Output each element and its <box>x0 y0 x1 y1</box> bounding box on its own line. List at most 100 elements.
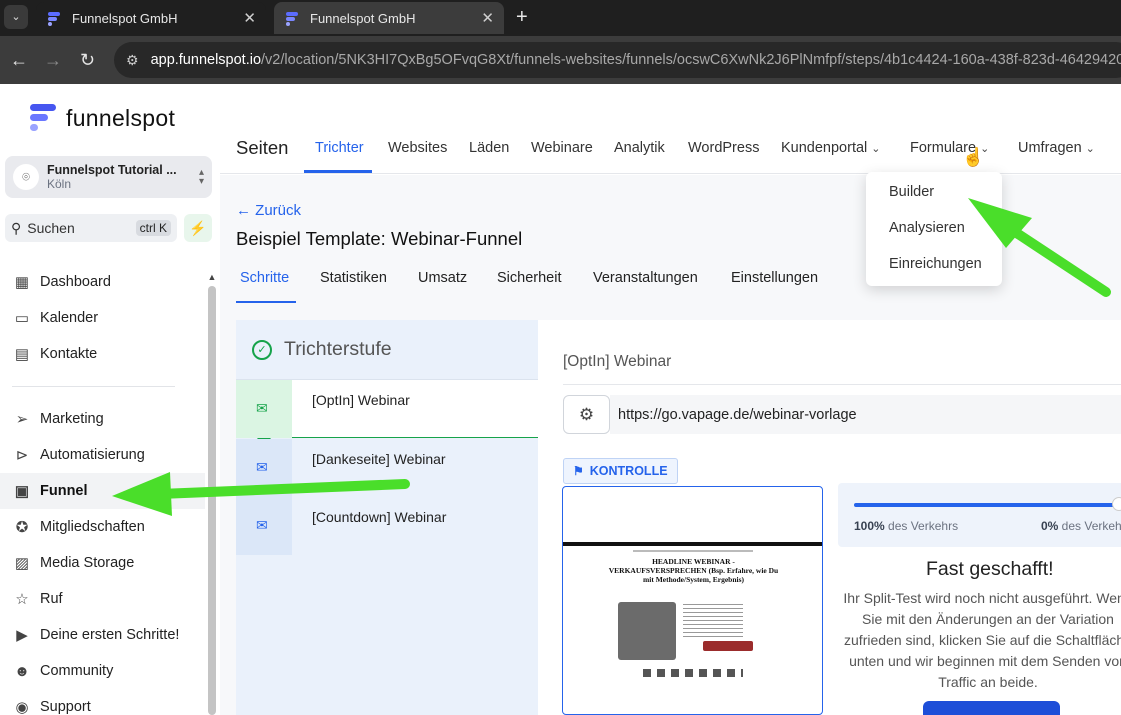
sidebar-item-community[interactable]: ☻ Community <box>0 653 205 689</box>
sidebar-divider <box>12 386 175 387</box>
site-info-icon[interactable]: ⚙ <box>126 52 139 69</box>
sidebar-item-label: Community <box>40 663 114 679</box>
gear-icon: ⚙ <box>578 405 595 424</box>
preview-cta-button <box>703 641 753 651</box>
back-link[interactable]: ← Zurück <box>236 202 301 219</box>
sidebar-item-support[interactable]: ◉ Support <box>0 689 205 715</box>
tab-laeden[interactable]: Läden <box>469 140 509 156</box>
sidebar-item-label: Kalender <box>40 310 99 326</box>
menu-item-analysieren[interactable]: Analysieren <box>889 220 965 236</box>
community-icon: ☻ <box>14 662 30 680</box>
sidebar-item-label: Deine ersten Schritte! <box>40 627 180 643</box>
split-test-description: Ihr Split-Test wird noch nicht ausgeführ… <box>843 590 1121 690</box>
tab-umsatz[interactable]: Umsatz <box>418 270 467 286</box>
close-tab-icon[interactable]: ✕ <box>243 9 256 27</box>
hand-cursor-icon: ☝ <box>962 147 985 167</box>
sidebar-nav: ▦ Dashboard ▭ Kalender ▤ Kontakte ➢ Marketin… <box>0 264 205 715</box>
mail-icon: ✉ <box>256 400 268 416</box>
active-tab-indicator <box>304 170 372 173</box>
sidebar-item-automatisierung[interactable]: ⊳ Automatisierung <box>0 437 205 473</box>
tab-analytik[interactable]: Analytik <box>614 140 665 156</box>
page-title: Seiten <box>236 137 289 158</box>
forward-arrow-icon[interactable]: → <box>44 48 62 72</box>
sidebar-item-erste-schritte[interactable]: ▶ Deine ersten Schritte! <box>0 617 205 653</box>
kontrolle-badge[interactable]: ⚑ KONTROLLE <box>563 458 678 484</box>
search-shortcut: ctrl K <box>135 220 171 236</box>
browser-toolbar: ← → ↻ ⚙ app.funnelspot.io/v2/location/5N… <box>0 36 1121 84</box>
url-settings-button[interactable]: ⚙ <box>563 395 610 434</box>
sidebar-item-label: Marketing <box>40 411 104 427</box>
tab-wordpress[interactable]: WordPress <box>688 140 759 156</box>
kontrolle-label: KONTROLLE <box>589 464 668 478</box>
star-icon: ☆ <box>15 591 29 608</box>
sidebar-item-marketing[interactable]: ➢ Marketing <box>0 401 205 437</box>
tab-label: Umfragen <box>1018 140 1082 156</box>
browser-tab-1[interactable]: Funnelspot GmbH ✕ <box>36 2 266 34</box>
sidebar-item-media-storage[interactable]: ▨ Media Storage <box>0 545 205 581</box>
tab-einstellungen[interactable]: Einstellungen <box>731 270 818 286</box>
traffic-right-value: 0% <box>1041 519 1059 533</box>
automation-icon: ⊳ <box>15 447 29 464</box>
tab-veranstaltungen[interactable]: Veranstaltungen <box>593 270 698 286</box>
mail-icon: ✉ <box>256 459 268 475</box>
funnel-step-optin[interactable]: ✉ [OptIn] Webinar <box>236 380 538 438</box>
image-icon: ▨ <box>14 555 30 572</box>
tab-kundenportal[interactable]: Kundenportal ⌄ <box>781 140 880 156</box>
tab-sicherheit[interactable]: Sicherheit <box>497 270 561 286</box>
account-switcher[interactable]: ⌾ Funnelspot Tutorial ... Köln ▴ ▾ <box>5 156 212 198</box>
tab-title: Funnelspot GmbH <box>72 10 178 26</box>
close-tab-icon[interactable]: ✕ <box>481 9 494 27</box>
search-input[interactable]: ⚲ Suchen ctrl K <box>5 214 177 242</box>
page-preview-thumbnail[interactable]: HEADLINE WEBINAR - VERKAUFSVERSPRECHEN (… <box>562 486 823 715</box>
play-icon: ▶ <box>16 627 28 644</box>
funnel-step-dankeseite[interactable]: ✉ [Dankeseite] Webinar <box>236 439 538 497</box>
steps-header: ✓ Trichterstufe <box>236 320 538 380</box>
check-circle-icon: ✓ <box>252 339 272 360</box>
traffic-left-text: des Verkehrs <box>884 519 959 533</box>
sidebar-item-funnel[interactable]: ▣ Funnel <box>0 473 205 509</box>
tab-websites[interactable]: Websites <box>388 140 447 156</box>
sidebar-scrollbar[interactable]: ▲ <box>207 272 217 715</box>
tab-umfragen[interactable]: Umfragen ⌄ <box>1018 140 1095 156</box>
sidebar-item-ruf[interactable]: ☆ Ruf <box>0 581 205 617</box>
menu-item-einreichungen[interactable]: Einreichungen <box>889 256 982 272</box>
support-icon: ◉ <box>15 699 29 715</box>
send-icon: ➢ <box>15 411 29 428</box>
step-label: [OptIn] Webinar <box>312 392 410 408</box>
scroll-up-icon[interactable]: ▲ <box>207 272 217 282</box>
new-tab-button[interactable]: + <box>516 6 528 28</box>
funnel-step-countdown[interactable]: ✉ [Countdown] Webinar <box>236 497 538 555</box>
chevron-down-icon: ⌄ <box>1085 143 1095 155</box>
tab-webinare[interactable]: Webinare <box>531 140 593 156</box>
menu-item-builder[interactable]: Builder <box>889 184 934 200</box>
contacts-icon: ▤ <box>14 346 30 363</box>
sidebar-item-kontakte[interactable]: ▤ Kontakte <box>0 336 205 372</box>
tab-trichter[interactable]: Trichter <box>315 140 364 156</box>
funnel-title: Beispiel Template: Webinar-Funnel <box>236 228 523 249</box>
sidebar-item-kalender[interactable]: ▭ Kalender <box>0 300 205 336</box>
browser-tab-2[interactable]: Funnelspot GmbH ✕ <box>274 2 504 34</box>
reload-icon[interactable]: ↻ <box>80 48 95 72</box>
logo[interactable]: funnelspot <box>30 104 175 132</box>
address-bar[interactable]: ⚙ app.funnelspot.io/v2/location/5NK3HI7Q… <box>114 42 1121 78</box>
scrollbar-thumb[interactable] <box>208 286 216 715</box>
start-split-test-button[interactable] <box>923 701 1060 715</box>
traffic-slider-track[interactable] <box>854 503 1116 507</box>
sidebar: funnelspot ⌾ Funnelspot Tutorial ... Köl… <box>0 84 220 715</box>
sidebar-item-mitgliedschaften[interactable]: ✪ Mitgliedschaften <box>0 509 205 545</box>
search-icon: ⚲ <box>11 219 22 236</box>
tab-statistiken[interactable]: Statistiken <box>320 270 387 286</box>
tab-schritte[interactable]: Schritte <box>240 270 289 286</box>
traffic-left-value: 100% <box>854 519 885 533</box>
sidebar-item-label: Dashboard <box>40 274 111 290</box>
preview-photo <box>618 602 676 660</box>
traffic-right-label: 0% des Verkehrs <box>1041 519 1121 533</box>
formulare-dropdown-menu: Builder Analysieren Einreichungen <box>866 172 1002 286</box>
step-url-field[interactable]: https://go.vapage.de/webinar-vorlage <box>610 395 1121 434</box>
sidebar-item-dashboard[interactable]: ▦ Dashboard <box>0 264 205 300</box>
back-arrow-icon[interactable]: ← <box>10 48 28 72</box>
tab-search-icon[interactable]: ⌄ <box>4 5 28 29</box>
preview-header-band <box>563 542 822 546</box>
traffic-slider-handle[interactable] <box>1112 497 1121 511</box>
quick-actions-bolt-icon[interactable]: ⚡ <box>184 214 212 242</box>
